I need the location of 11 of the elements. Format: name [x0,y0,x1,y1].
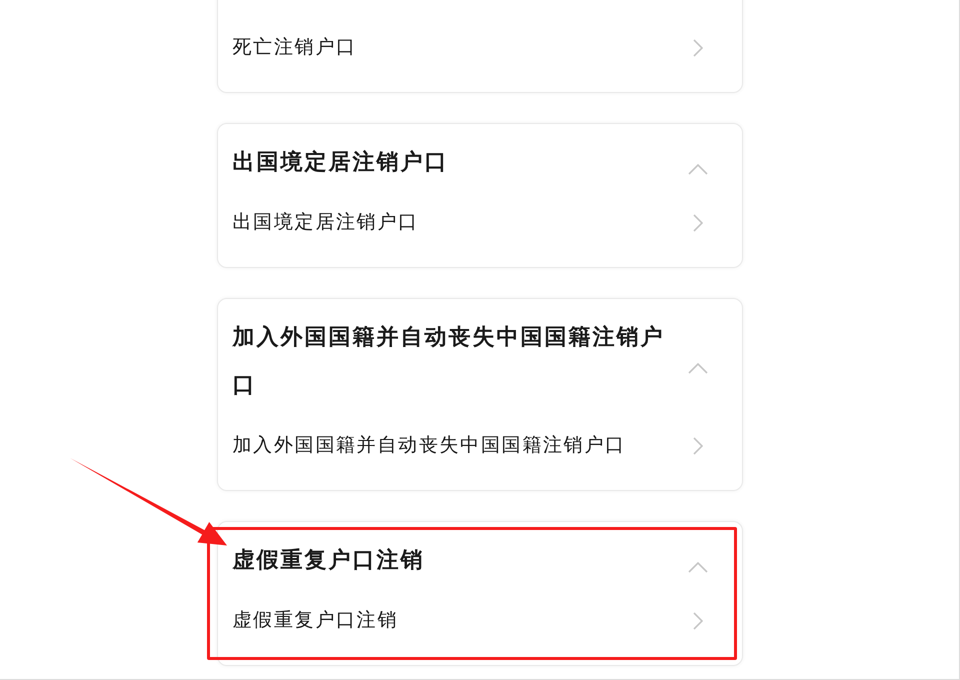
list-item[interactable]: 死亡注销户口 [218,12,742,83]
chevron-right-icon [692,612,702,630]
chevron-right-icon [692,214,702,232]
accordion-header[interactable]: 虚假重复户口注销 [218,537,742,585]
accordion-header[interactable]: 出国境定居注销户口 [218,139,742,187]
accordion-header[interactable]: 加入外国国籍并自动丧失中国国籍注销户口 [218,314,742,410]
chevron-right-icon [692,38,702,56]
list-item[interactable]: 虚假重复户口注销 [218,585,742,656]
chevron-right-icon [692,436,702,454]
list-item[interactable]: 加入外国国籍并自动丧失中国国籍注销户口 [218,410,742,481]
list-item[interactable]: 出国境定居注销户口 [218,187,742,258]
